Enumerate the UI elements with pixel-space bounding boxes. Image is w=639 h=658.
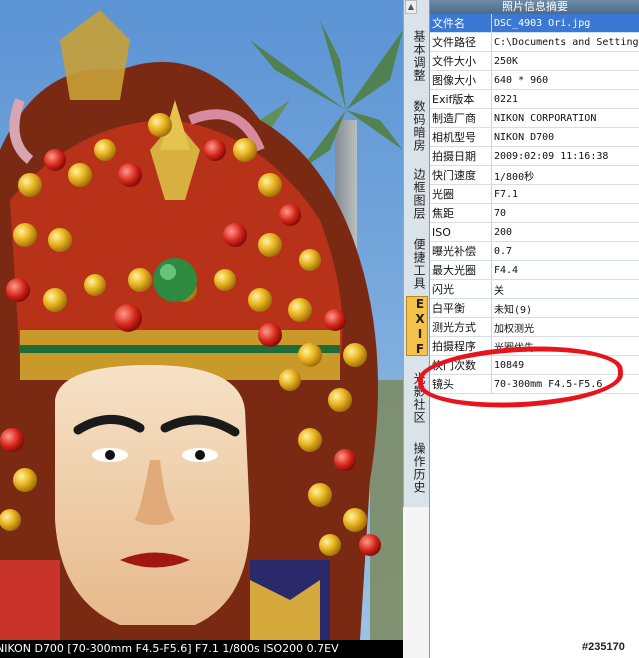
exif-key: 拍摄日期 bbox=[430, 146, 492, 166]
exif-key: 测光方式 bbox=[430, 317, 492, 337]
exif-key: 制造厂商 bbox=[430, 108, 492, 128]
exif-row[interactable]: 最大光圈 F4.4 bbox=[430, 260, 639, 280]
exif-key: 闪光 bbox=[430, 279, 492, 299]
tab-exif[interactable]: EXIF bbox=[406, 296, 428, 357]
exif-value: 250K bbox=[491, 51, 639, 71]
exif-value: 0.7 bbox=[491, 241, 639, 261]
exif-key: 最大光圈 bbox=[430, 260, 492, 280]
photo-exif-caption-text: NIKON D700 [70-300mm F4.5-F5.6] F7.1 1/8… bbox=[0, 642, 339, 655]
exif-row[interactable]: 相机型号 NIKON D700 bbox=[430, 127, 639, 147]
exif-row[interactable]: 闪光关 bbox=[430, 279, 639, 299]
exif-key: 焦距 bbox=[430, 203, 492, 223]
exif-row[interactable]: 测光方式 加权测光 bbox=[430, 317, 639, 337]
exif-value: 1/800秒 bbox=[491, 165, 639, 185]
exif-key: 曝光补偿 bbox=[430, 241, 492, 261]
side-tab-strip: 基本调整 数码暗房 边框图层 便捷工具 EXIF 光影社区 操作历史 bbox=[403, 0, 431, 507]
tab-scroll-up-icon[interactable]: ▲ bbox=[405, 0, 417, 14]
exif-key: 光圈 bbox=[430, 184, 492, 204]
exif-row[interactable]: 白平衡 未知(9) bbox=[430, 298, 639, 318]
exif-key: 相机型号 bbox=[430, 127, 492, 147]
tab-digital-darkroom[interactable]: 数码暗房 bbox=[406, 94, 426, 158]
exif-row[interactable]: 拍摄日期 2009:02:09 11:16:38 bbox=[430, 146, 639, 166]
tab-frame-layers[interactable]: 边框图层 bbox=[406, 162, 426, 226]
exif-row[interactable]: 制造厂商 NIKON CORPORATION bbox=[430, 108, 639, 128]
exif-value: 640 * 960 bbox=[491, 70, 639, 90]
photo-exif-caption: NIKON D700 [70-300mm F4.5-F5.6] F7.1 1/8… bbox=[0, 640, 403, 658]
exif-value: NIKON D700 bbox=[491, 127, 639, 147]
exif-value: 70 bbox=[491, 203, 639, 223]
exif-row[interactable]: 曝光补偿 0.7 bbox=[430, 241, 639, 261]
exif-value: F7.1 bbox=[491, 184, 639, 204]
festival-deity-photo bbox=[0, 0, 403, 640]
exif-value: 200 bbox=[491, 222, 639, 242]
tab-history[interactable]: 操作历史 bbox=[406, 436, 426, 500]
exif-value: 未知(9) bbox=[491, 298, 639, 318]
panel-title: 照片信息摘要 bbox=[430, 0, 639, 14]
exif-row[interactable]: 文件大小 250K bbox=[430, 51, 639, 71]
exif-table: 文件名 DSC_4903 Ori.jpg 文件路径 C:\Documents and … bbox=[430, 14, 639, 394]
watermark: #235170 bbox=[582, 641, 625, 653]
exif-row[interactable]: ISO 200 bbox=[430, 222, 639, 242]
exif-row[interactable]: 图像大小 640 * 960 bbox=[430, 70, 639, 90]
exif-value: C:\Documents and Settings bbox=[491, 32, 639, 52]
exif-key: 文件大小 bbox=[430, 51, 492, 71]
exif-value: 0221 bbox=[491, 89, 639, 109]
exif-value: NIKON CORPORATION bbox=[491, 108, 639, 128]
exif-value: F4.4 bbox=[491, 260, 639, 280]
exif-key: 快门速度 bbox=[430, 165, 492, 185]
photo-preview[interactable] bbox=[0, 0, 403, 640]
exif-row[interactable]: 快门速度 1/800秒 bbox=[430, 165, 639, 185]
exif-key: 文件路径 bbox=[430, 32, 492, 52]
exif-key: Exif版本 bbox=[430, 89, 492, 109]
exif-row[interactable]: 焦距 70 bbox=[430, 203, 639, 223]
exif-row[interactable]: 文件名 DSC_4903 Ori.jpg bbox=[430, 14, 639, 33]
tab-quick-tools[interactable]: 便捷工具 bbox=[406, 232, 426, 296]
exif-value: 加权测光 bbox=[491, 317, 639, 337]
exif-row[interactable]: 光圈 F7.1 bbox=[430, 184, 639, 204]
tab-strip-empty-area bbox=[403, 507, 429, 658]
exif-key: 白平衡 bbox=[430, 298, 492, 318]
exif-key: 图像大小 bbox=[430, 70, 492, 90]
exif-key: ISO bbox=[430, 222, 492, 242]
tab-basic-adjust[interactable]: 基本调整 bbox=[406, 24, 426, 88]
exif-info-panel: 照片信息摘要 文件名 DSC_4903 Ori.jpg 文件路径 C:\Documen… bbox=[429, 0, 639, 658]
exif-value: DSC_4903 Ori.jpg bbox=[491, 14, 639, 33]
exif-value: 2009:02:09 11:16:38 bbox=[491, 146, 639, 166]
exif-value: 关 bbox=[491, 279, 639, 299]
exif-row[interactable]: 文件路径 C:\Documents and Settings bbox=[430, 32, 639, 52]
exif-row[interactable]: Exif版本 0221 bbox=[430, 89, 639, 109]
exif-key: 文件名 bbox=[430, 14, 492, 33]
